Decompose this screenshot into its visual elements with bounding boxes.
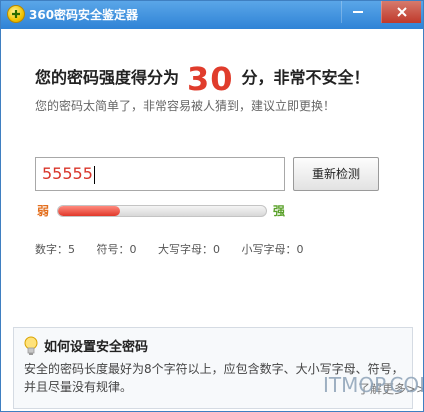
character-stats: 数字：5 符号：0 大写字母：0 小写字母：0 bbox=[35, 241, 322, 257]
window-title: 360密码安全鉴定器 bbox=[29, 8, 139, 22]
score-suffix: 分，非常不安全！ bbox=[241, 68, 370, 87]
stat-lowercase: 小写字母：0 bbox=[241, 243, 304, 256]
watermark: ITMOP.COM bbox=[323, 373, 423, 397]
close-button[interactable] bbox=[381, 1, 421, 23]
strong-label: 强 bbox=[273, 204, 286, 218]
close-icon bbox=[396, 7, 407, 17]
minimize-button[interactable] bbox=[341, 1, 373, 23]
password-value: 55555 bbox=[42, 164, 93, 183]
app-window: 360密码安全鉴定器 您的密码强度得分为 30 分，非常不安全！ 您的密码太简单了，… bbox=[0, 0, 424, 412]
tip-title: 如何设置安全密码 bbox=[44, 340, 149, 355]
score-subtitle: 您的密码太简单了，非常容易被人猜到，建议立即更换！ bbox=[35, 99, 336, 113]
score-value: 30 bbox=[187, 59, 234, 98]
strength-bar-fill bbox=[58, 206, 121, 216]
minimize-icon bbox=[352, 11, 363, 13]
lightbulb-icon bbox=[24, 336, 38, 356]
title-bar[interactable]: 360密码安全鉴定器 bbox=[1, 1, 423, 29]
stat-uppercase: 大写字母：0 bbox=[158, 243, 220, 256]
stat-symbols: 符号：0 bbox=[96, 243, 137, 256]
weak-label: 弱 bbox=[37, 204, 50, 218]
strength-bar bbox=[57, 205, 267, 217]
360-logo-icon bbox=[7, 5, 25, 23]
stat-digits: 数字：5 bbox=[35, 243, 75, 256]
score-headline: 您的密码强度得分为 30 分，非常不安全！ bbox=[35, 59, 370, 98]
recheck-button[interactable]: 重新检测 bbox=[293, 157, 379, 191]
password-input[interactable]: 55555 bbox=[35, 157, 285, 191]
score-prefix: 您的密码强度得分为 bbox=[35, 68, 180, 87]
text-caret bbox=[93, 165, 95, 184]
